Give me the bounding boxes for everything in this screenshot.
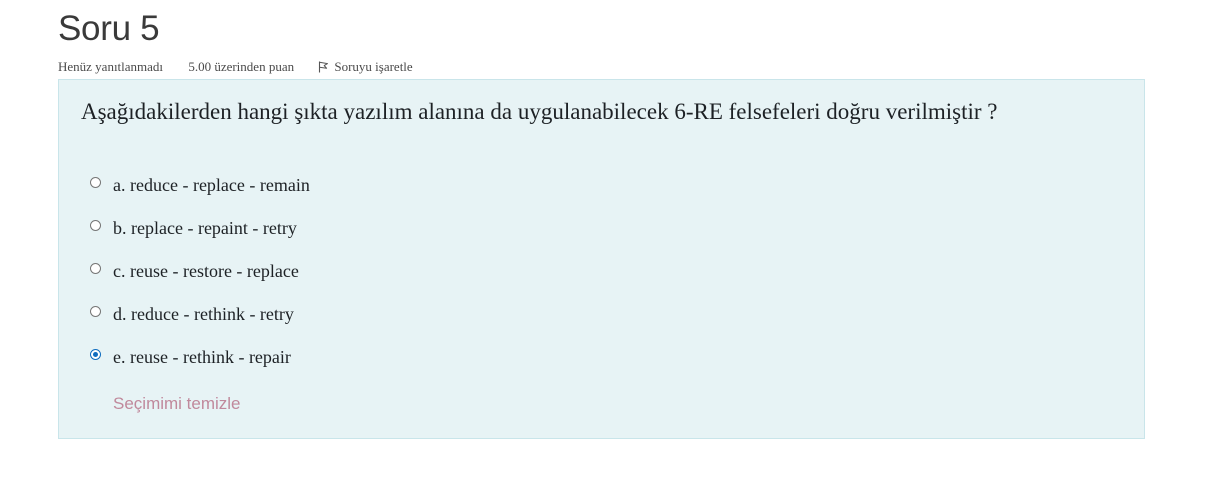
flag-icon xyxy=(319,61,329,73)
flag-question-label: Soruyu işaretle xyxy=(334,59,413,74)
question-title: Soru 5 xyxy=(58,9,160,48)
answer-label[interactable]: b. replace - repaint - retry xyxy=(113,217,297,239)
answer-label[interactable]: d. reduce - rethink - retry xyxy=(113,303,294,325)
question-info: Henüz yanıtlanmadı 5.00 üzerinden puan S… xyxy=(58,59,413,75)
flag-question-link[interactable]: Soruyu işaretle xyxy=(318,59,413,75)
answer-radio[interactable] xyxy=(90,306,101,317)
answer-radio[interactable] xyxy=(90,220,101,231)
clear-choice-link[interactable]: Seçimimi temizle xyxy=(113,393,241,415)
answer-label[interactable]: a. reduce - replace - remain xyxy=(113,174,310,196)
answer-radio[interactable] xyxy=(90,177,101,188)
question-grade: 5.00 üzerinden puan xyxy=(188,59,295,74)
answer-label[interactable]: e. reuse - rethink - repair xyxy=(113,346,291,368)
question-status: Henüz yanıtlanmadı xyxy=(58,59,164,74)
answer-label[interactable]: c. reuse - restore - replace xyxy=(113,260,299,282)
question-panel: Aşağıdakilerden hangi şıkta yazılım alan… xyxy=(58,79,1145,439)
question-text: Aşağıdakilerden hangi şıkta yazılım alan… xyxy=(81,99,998,124)
answer-radio-selected[interactable] xyxy=(90,349,101,360)
answer-radio[interactable] xyxy=(90,263,101,274)
